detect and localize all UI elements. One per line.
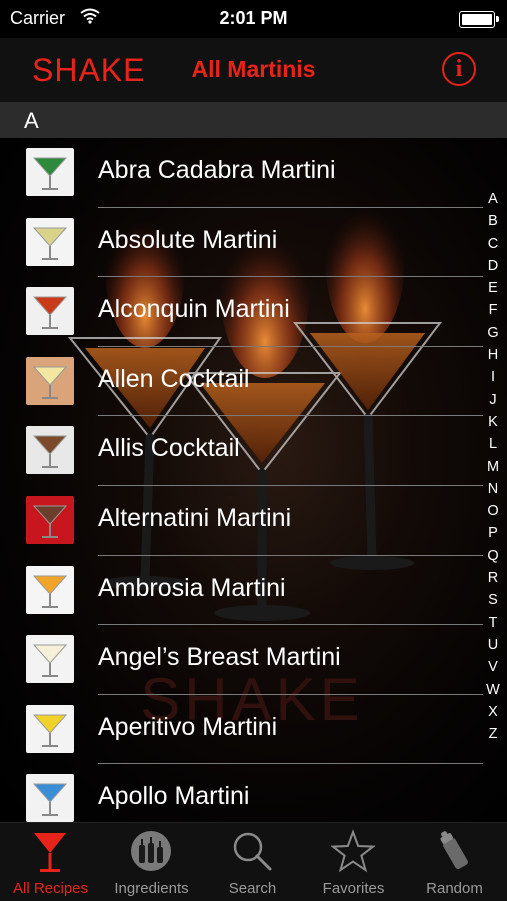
index-letter[interactable]: J <box>485 389 501 411</box>
recipe-row[interactable]: Allen Cocktail <box>0 347 507 417</box>
tab-ingredients[interactable]: Ingredients <box>101 823 202 901</box>
index-letter[interactable]: G <box>485 322 501 344</box>
recipe-thumbnail <box>26 704 74 753</box>
index-letter[interactable]: V <box>485 656 501 678</box>
tab-label: Favorites <box>322 880 385 897</box>
recipe-name: Apollo Martini <box>98 782 250 811</box>
index-letter[interactable]: Q <box>485 545 501 567</box>
info-button[interactable]: i <box>442 52 476 86</box>
recipe-row[interactable]: Angel’s Breast Martini <box>0 625 507 695</box>
recipe-thumbnail <box>26 426 74 475</box>
index-letter[interactable]: H <box>485 344 501 366</box>
recipe-row[interactable]: Absolute Martini <box>0 208 507 278</box>
index-letter[interactable]: F <box>485 299 501 321</box>
tab-favorites[interactable]: Favorites <box>303 823 404 901</box>
recipe-name: Allen Cocktail <box>98 364 250 393</box>
recipe-thumbnail <box>26 287 74 336</box>
index-letter[interactable]: R <box>485 567 501 589</box>
star-icon <box>331 829 375 873</box>
recipe-thumbnail <box>26 774 74 823</box>
alphabet-index[interactable]: ABCDEFGHIJKLMNOPQRSTUVWXZ <box>485 188 501 745</box>
tab-label: All Recipes <box>12 880 89 897</box>
info-icon: i <box>455 56 463 82</box>
index-letter[interactable]: I <box>485 366 501 388</box>
recipe-row[interactable]: Abra Cadabra Martini <box>0 138 507 208</box>
section-header-letter: A <box>24 108 39 133</box>
index-letter[interactable]: P <box>485 522 501 544</box>
navigation-bar: SHAKE All Martinis i <box>0 38 507 102</box>
tab-random[interactable]: Random <box>404 823 505 901</box>
index-letter[interactable]: C <box>485 233 501 255</box>
martini-glass-icon <box>34 833 66 872</box>
recipe-name: Angel’s Breast Martini <box>98 643 341 672</box>
recipe-name: Alternatini Martini <box>98 503 292 532</box>
section-header: A <box>0 102 507 138</box>
page-title: All Martinis <box>191 56 316 82</box>
recipe-name: Absolute Martini <box>98 225 278 254</box>
index-letter[interactable]: A <box>485 188 501 210</box>
recipe-row[interactable]: Alconquin Martini <box>0 277 507 347</box>
recipe-thumbnail <box>26 635 74 684</box>
recipe-thumbnail <box>26 217 74 266</box>
magnifier-icon <box>233 832 272 871</box>
index-letter[interactable]: K <box>485 411 501 433</box>
tab-label: Ingredients <box>114 880 189 897</box>
index-letter[interactable]: E <box>485 277 501 299</box>
tab-all-recipes[interactable]: All Recipes <box>0 823 101 901</box>
clock: 2:01 PM <box>219 8 288 28</box>
recipe-list: Abra Cadabra Martini Absolute Martini Alco… <box>0 138 507 834</box>
recipe-row[interactable]: Ambrosia Martini <box>0 556 507 626</box>
battery-icon <box>459 11 499 28</box>
index-letter[interactable]: B <box>485 210 501 232</box>
index-letter[interactable]: X <box>485 701 501 723</box>
tab-label: Random <box>426 880 483 897</box>
index-letter[interactable]: Z <box>485 723 501 745</box>
recipe-thumbnail <box>26 495 74 544</box>
index-letter[interactable]: M <box>485 456 501 478</box>
index-letter[interactable]: O <box>485 500 501 522</box>
recipe-thumbnail <box>26 148 74 196</box>
recipe-thumbnail <box>26 565 74 614</box>
recipe-name: Ambrosia Martini <box>98 573 286 602</box>
recipe-name: Allis Cocktail <box>98 434 240 463</box>
index-letter[interactable]: L <box>485 433 501 455</box>
index-letter[interactable]: N <box>485 478 501 500</box>
recipe-name: Alconquin Martini <box>98 295 290 324</box>
index-letter[interactable]: S <box>485 589 501 611</box>
tab-label: Search <box>228 880 277 897</box>
status-bar: Carrier 2:01 PM <box>0 0 507 38</box>
recipe-name: Abra Cadabra Martini <box>98 156 336 184</box>
index-letter[interactable]: D <box>485 255 501 277</box>
index-letter[interactable]: W <box>485 679 501 701</box>
recipe-row[interactable]: Allis Cocktail <box>0 416 507 486</box>
tab-bar: All Recipes Ingredients Search Favorites <box>0 822 507 901</box>
shaker-icon <box>440 831 468 869</box>
index-letter[interactable]: T <box>485 612 501 634</box>
tab-search[interactable]: Search <box>202 823 303 901</box>
recipe-row[interactable]: Aperitivo Martini <box>0 695 507 765</box>
index-letter[interactable]: U <box>485 634 501 656</box>
bottles-icon <box>131 831 171 871</box>
recipe-thumbnail <box>26 356 74 405</box>
recipe-name: Aperitivo Martini <box>98 712 278 741</box>
recipe-row[interactable]: Alternatini Martini <box>0 486 507 556</box>
